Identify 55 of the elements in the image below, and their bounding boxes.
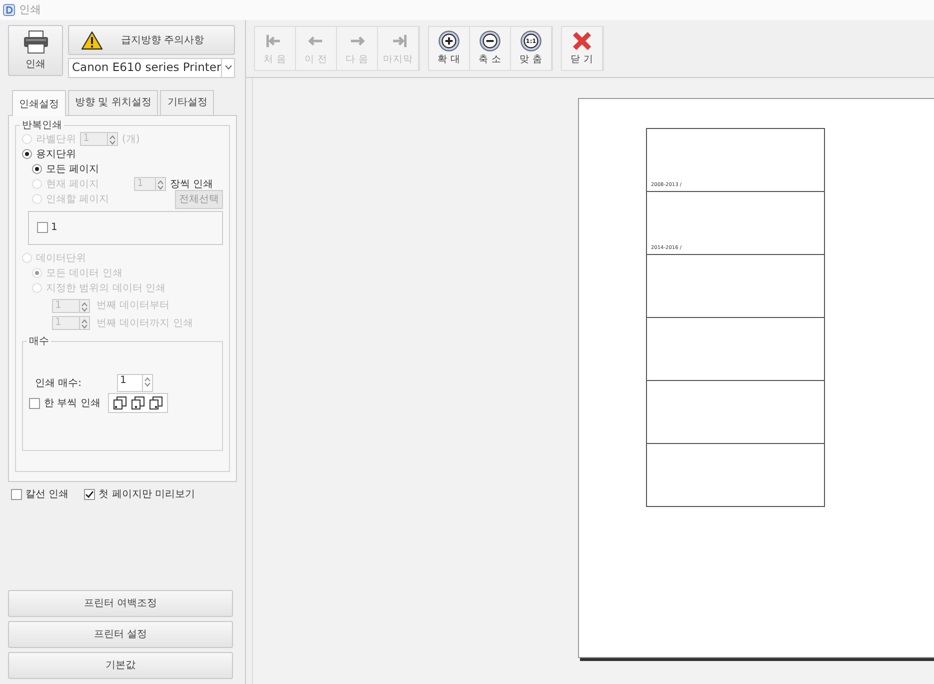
page-list[interactable]: 1 [28, 210, 223, 244]
paper-direction-warning-button[interactable]: 급지방향 주의사항 [68, 25, 235, 55]
toolbar-button[interactable]: 닫 기 [562, 27, 603, 70]
unit-label: (개) [122, 132, 140, 146]
group-title: 반복인쇄 [21, 120, 63, 132]
spin-arrows-icon [156, 179, 165, 192]
copies-label: 인쇄 매수: [35, 376, 83, 390]
close-icon [571, 30, 593, 52]
dropdown-caret-icon [225, 65, 232, 70]
warning-icon [81, 30, 103, 50]
option-label: 인쇄할 페이지 [46, 192, 110, 206]
option-label: 현재 페이지 [46, 178, 100, 192]
group-title: 매수 [28, 336, 50, 348]
settings-button[interactable]: 프린터 여백조정 [8, 590, 233, 617]
option-label: 라벨단위 [36, 132, 76, 146]
checkbox[interactable] [29, 398, 40, 408]
radio-button[interactable] [22, 149, 32, 159]
tab[interactable]: 방향 및 위치설정 [68, 90, 158, 114]
checkbox[interactable] [84, 488, 95, 500]
zoom-in-icon [438, 30, 460, 52]
toolbar-button[interactable]: 축 소 [470, 27, 511, 70]
radio-button[interactable] [32, 164, 42, 174]
option-label: 용지단위 [36, 148, 76, 162]
spin-arrows-icon [108, 134, 117, 146]
checkbox[interactable] [37, 222, 48, 233]
range-label: 번째 데이터부터 [96, 299, 170, 313]
checkbox[interactable] [10, 488, 22, 500]
page-label: 1 [51, 221, 58, 235]
spin-arrows-icon [143, 376, 152, 388]
tab[interactable]: 기타설정 [160, 90, 214, 114]
option-label: 모든 페이지 [46, 162, 100, 176]
zoom-out-icon [479, 30, 501, 52]
collate-icon[interactable] [131, 396, 145, 410]
printer-select[interactable]: Canon E610 series Printer [68, 58, 235, 78]
range-label: 번째 데이터까지 인쇄 [96, 316, 193, 330]
printer-icon [22, 30, 48, 54]
collate-icon[interactable] [113, 396, 127, 410]
collate-label: 한 부씩 인쇄 [44, 396, 102, 410]
unit-label: 장씩 인쇄 [170, 178, 214, 192]
window-title: 인쇄 [19, 2, 41, 18]
settings-button[interactable]: 기본값 [8, 652, 233, 679]
print-button[interactable]: 인쇄 [8, 25, 63, 76]
option-label: 데이터단위 [36, 252, 86, 266]
option-label: 지정한 범위의 데이터 인쇄 [46, 282, 166, 296]
option-label: 모든 데이터 인쇄 [46, 266, 124, 280]
app-icon [3, 4, 15, 16]
number-spinner[interactable]: 1 [117, 374, 153, 392]
spin-arrows-icon [80, 300, 89, 313]
option-label: 칼선 인쇄 [26, 488, 69, 502]
spin-arrows-icon [80, 318, 89, 330]
toolbar-button[interactable]: 확 대 [429, 27, 470, 70]
tab[interactable]: 인쇄설정 [12, 90, 66, 116]
option-label: 첫 페이지만 미리보기 [98, 488, 196, 502]
settings-button[interactable]: 프린터 설정 [8, 621, 233, 648]
collate-icon[interactable] [149, 396, 163, 410]
